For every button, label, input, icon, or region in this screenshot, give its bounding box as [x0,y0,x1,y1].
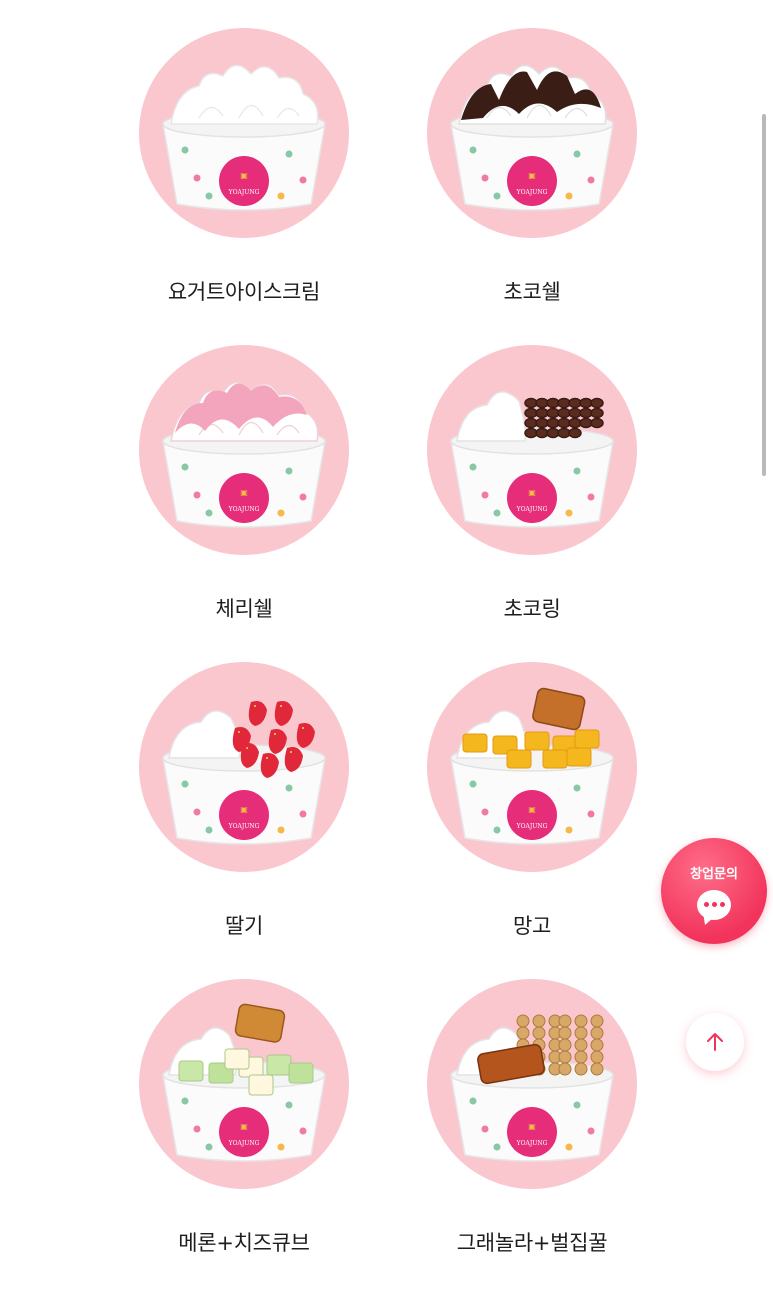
menu-item[interactable]: ▣ YOAJUNG 메론+치즈큐브 [100,951,388,1268]
cup-illustration: ▣ YOAJUNG [162,64,326,211]
svg-text:YOAJUNG: YOAJUNG [516,189,548,196]
menu-item-name: 딸기 [224,914,264,938]
cup-illustration: ▣ YOAJUNG [162,701,326,845]
svg-text:▣: ▣ [240,1122,248,1131]
menu-item-image: ▣ YOAJUNG [427,28,637,238]
svg-text:▣: ▣ [528,805,536,814]
menu-item-image: ▣ YOAJUNG [139,28,349,238]
svg-text:YOAJUNG: YOAJUNG [516,1140,548,1147]
svg-text:▣: ▣ [240,488,248,497]
menu-item-name: 체리쉘 [215,597,273,621]
cup-illustration: ▣ YOAJUNG [162,381,326,528]
svg-text:YOAJUNG: YOAJUNG [228,189,260,196]
cup-illustration: ▣ YOAJUNG [162,1003,326,1162]
menu-item-name: 요거트아이스크림 [167,280,321,304]
svg-text:▣: ▣ [240,805,248,814]
cup-illustration: ▣ YOAJUNG [450,1014,614,1162]
svg-text:YOAJUNG: YOAJUNG [516,823,548,830]
svg-text:YOAJUNG: YOAJUNG [516,506,548,513]
menu-item[interactable]: ▣ YOAJUNG 요거트아이스크림 [100,0,388,317]
svg-text:YOAJUNG: YOAJUNG [228,823,260,830]
menu-item-name: 초코링 [503,597,561,621]
menu-item-name: 그래놀라+벌집꿀 [456,1231,608,1255]
menu-grid: ▣ YOAJUNG 요거트아이스크림 ▣ YOAJUNG 초코쉘 ▣ YOAJUNG 체리… [100,0,676,1268]
franchise-inquiry-button[interactable]: 창업문의 [661,838,767,944]
menu-item[interactable]: ▣ YOAJUNG 그래놀라+벌집꿀 [388,951,676,1268]
franchise-inquiry-label: 창업문의 [690,866,738,882]
scrollbar[interactable] [762,114,766,476]
cup-illustration: ▣ YOAJUNG [450,687,614,845]
svg-text:YOAJUNG: YOAJUNG [228,506,260,513]
menu-item-image: ▣ YOAJUNG [139,662,349,872]
menu-item-image: ▣ YOAJUNG [427,662,637,872]
cup-illustration: ▣ YOAJUNG [450,64,614,211]
cup-illustration: ▣ YOAJUNG [450,391,614,528]
menu-page: ▣ YOAJUNG 요거트아이스크림 ▣ YOAJUNG 초코쉘 ▣ YOAJUNG 체리… [0,0,773,1291]
menu-item[interactable]: ▣ YOAJUNG 초코링 [388,317,676,634]
svg-text:▣: ▣ [528,488,536,497]
menu-item[interactable]: ▣ YOAJUNG 딸기 [100,634,388,951]
svg-text:YOAJUNG: YOAJUNG [228,1140,260,1147]
svg-text:▣: ▣ [528,171,536,180]
scroll-top-button[interactable] [686,1013,744,1071]
svg-text:▣: ▣ [528,1122,536,1131]
menu-item-name: 초코쉘 [503,280,561,304]
menu-item-image: ▣ YOAJUNG [139,345,349,555]
menu-item[interactable]: ▣ YOAJUNG 체리쉘 [100,317,388,634]
arrow-up-icon [707,1033,723,1051]
menu-item[interactable]: ▣ YOAJUNG 초코쉘 [388,0,676,317]
svg-text:▣: ▣ [240,171,248,180]
menu-item-image: ▣ YOAJUNG [427,345,637,555]
menu-item-name: 망고 [512,914,552,938]
chat-bubble-icon [697,889,731,920]
menu-item-image: ▣ YOAJUNG [139,979,349,1189]
menu-item-image: ▣ YOAJUNG [427,979,637,1189]
menu-item[interactable]: ▣ YOAJUNG 망고 [388,634,676,951]
menu-item-name: 메론+치즈큐브 [178,1231,310,1255]
